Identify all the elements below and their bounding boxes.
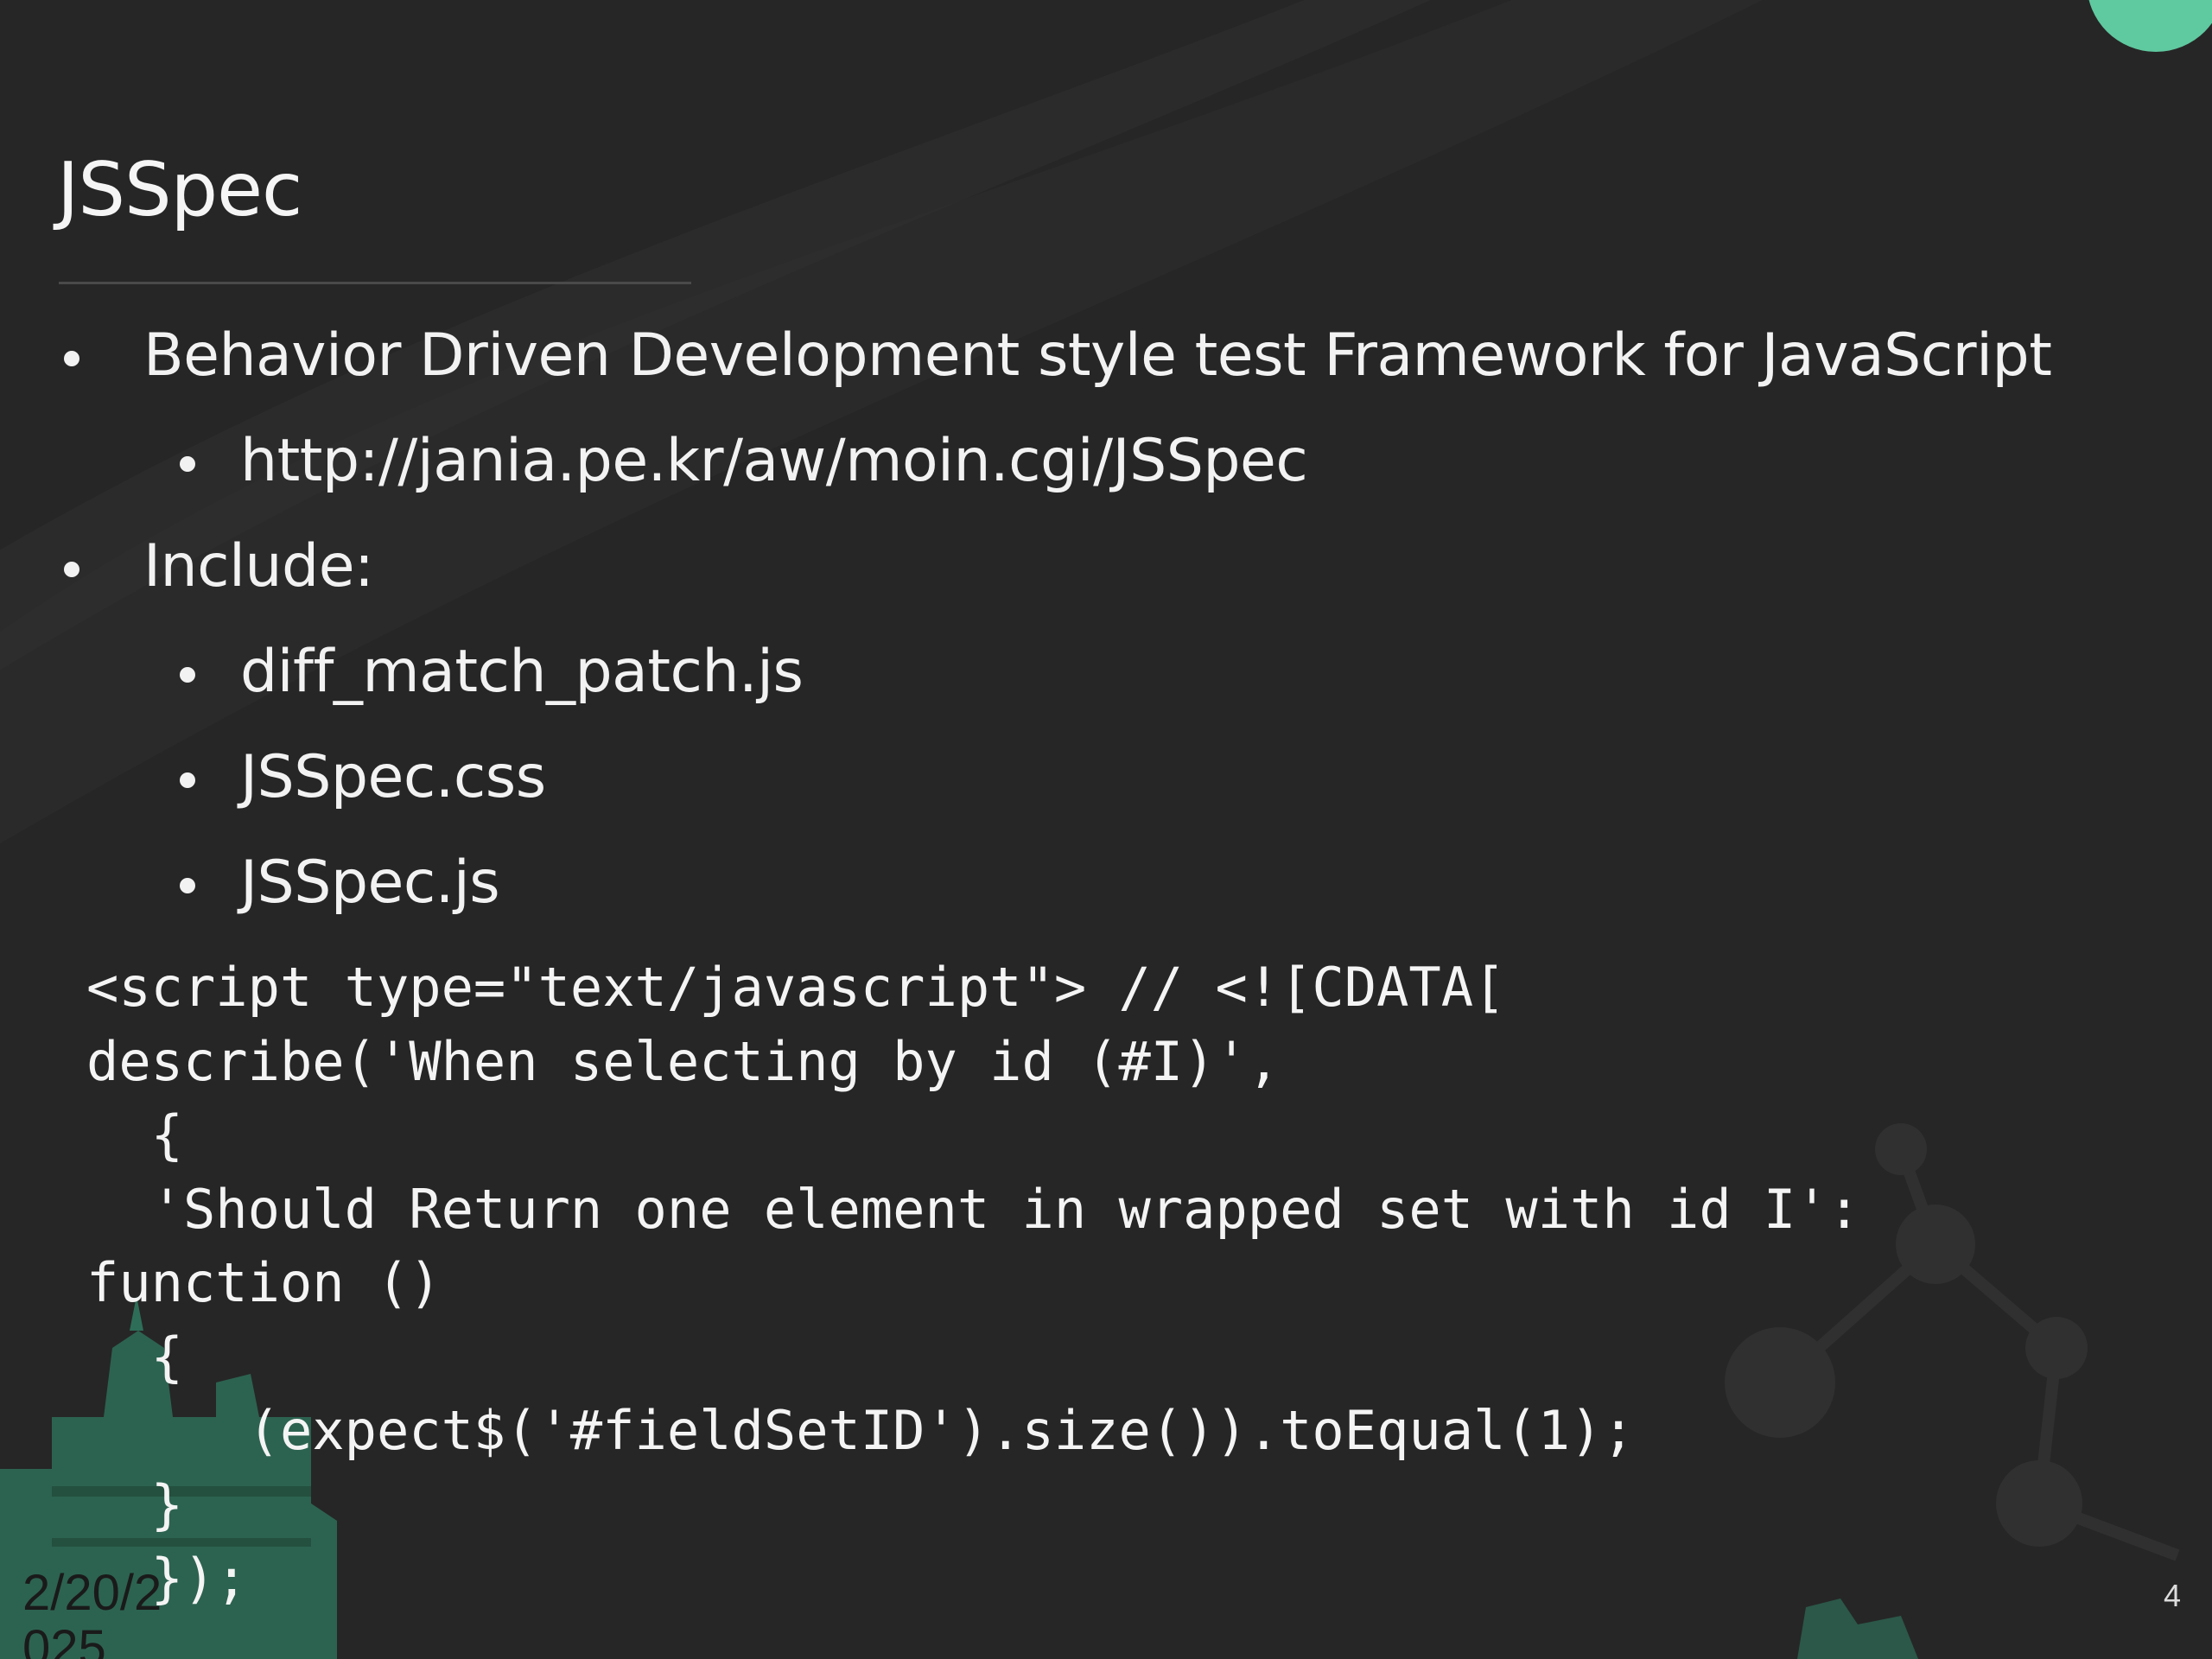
bullet-dot-icon	[180, 667, 195, 683]
bullet-item: http://jania.pe.kr/aw/moin.cgi/JSSpec	[180, 427, 1308, 495]
bullet-dot-icon	[180, 878, 195, 893]
bullet-text: Include:	[143, 532, 374, 601]
bullet-link-text[interactable]: http://jania.pe.kr/aw/moin.cgi/JSSpec	[240, 427, 1308, 495]
bullet-item: JSSpec.js	[180, 849, 500, 917]
code-block: <script type="text/javascript"> // <![CD…	[86, 956, 1860, 1610]
bullet-text: JSSpec.css	[240, 743, 546, 811]
bullet-item: diff_match_patch.js	[180, 638, 804, 706]
bullet-item: JSSpec.css	[180, 743, 546, 811]
bullet-text: Behavior Driven Development style test F…	[143, 321, 2052, 390]
footer-date: 2/20/2025	[22, 1565, 162, 1659]
accent-circle	[2088, 0, 2212, 52]
bullet-text: diff_match_patch.js	[240, 638, 804, 706]
slide: JSSpec Behavior Driven Development style…	[0, 0, 2212, 1659]
bullet-text: JSSpec.js	[240, 849, 500, 917]
title-divider	[59, 282, 691, 284]
bullet-dot-icon	[180, 772, 195, 788]
slide-title: JSSpec	[57, 147, 302, 233]
bullet-dot-icon	[180, 456, 195, 472]
bullet-dot-icon	[64, 351, 79, 366]
bullet-item: Behavior Driven Development style test F…	[64, 321, 2052, 390]
page-number: 4	[2163, 1578, 2181, 1613]
bullet-dot-icon	[64, 562, 79, 577]
bullet-item: Include:	[64, 532, 374, 601]
